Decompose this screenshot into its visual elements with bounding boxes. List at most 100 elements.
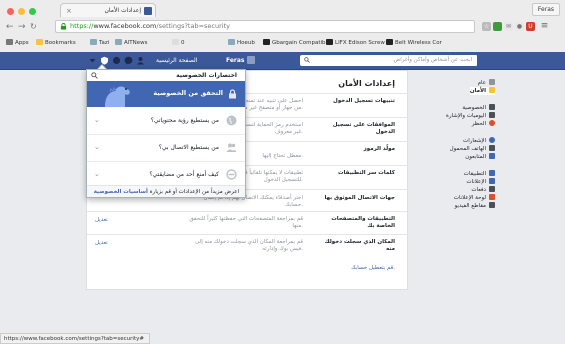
globe-icon bbox=[226, 115, 237, 126]
setting-row-where-logged-in[interactable]: المكان الذي سجلت دخولك منه قم بمراجعة ال… bbox=[87, 234, 407, 258]
mobile-icon bbox=[489, 145, 495, 151]
bookmark-belt[interactable]: Belt Wireless Cor bbox=[386, 39, 442, 47]
privacy-basics-link[interactable]: أساسيات الخصوصية bbox=[94, 189, 148, 195]
sidebar-item-mobile[interactable]: الهاتف المحمول bbox=[450, 145, 495, 153]
setting-label: الموافقات على تسجيل الدخول bbox=[332, 122, 395, 135]
block-icon bbox=[489, 120, 495, 126]
folder-icon bbox=[90, 39, 97, 45]
dropdown-item-who-can-see[interactable]: ⌄ من يستطيع رؤية محتوياتي؟ bbox=[87, 107, 245, 135]
star-bookmark-icon[interactable]: ☆ bbox=[482, 22, 491, 31]
ads-icon bbox=[489, 178, 495, 184]
account-menu-caret-icon[interactable] bbox=[88, 56, 97, 65]
timeline-icon bbox=[489, 112, 495, 118]
edit-link[interactable]: تعديل bbox=[95, 217, 108, 224]
browser-tab[interactable]: × إعدادات الأمان bbox=[60, 3, 156, 17]
setting-row-browsers[interactable]: التطبيقات والمتصفحات الخاصة بك قم بمراجع… bbox=[87, 211, 407, 235]
address-bar[interactable]: https://www.facebook.com/settings?tab=se… bbox=[55, 20, 475, 33]
setting-desc: قم بمراجعة المتصفحات التي حفظتها كثيراً … bbox=[189, 216, 303, 229]
setting-label: كلمات سر التطبيقات bbox=[338, 170, 395, 176]
bookmark-bookmarks[interactable]: Bookmarks bbox=[36, 39, 76, 47]
dropdown-item-stop-bothering[interactable]: ⌄ كيف أمنع أحد من مضايقتي؟ bbox=[87, 161, 245, 186]
lock-icon bbox=[229, 89, 236, 99]
deactivate-account-link[interactable]: قم بتعطيل حسابك. bbox=[351, 265, 395, 271]
sidebar-item-followers[interactable]: المتابعون bbox=[465, 153, 495, 161]
bookmark-apps[interactable]: Apps bbox=[6, 39, 29, 47]
sidebar-item-ads[interactable]: الإعلانات bbox=[466, 178, 495, 186]
chevron-down-icon: ⌄ bbox=[94, 143, 100, 151]
amazon-icon bbox=[263, 39, 270, 45]
chevron-down-icon: ⌄ bbox=[94, 170, 100, 178]
sidebar-item-payments[interactable]: دفعات bbox=[471, 186, 495, 194]
profile-chip[interactable]: Feras bbox=[531, 3, 560, 16]
chevron-down-icon: ⌄ bbox=[94, 116, 100, 124]
bookmark-gbargain[interactable]: Gbargain Compatib bbox=[263, 39, 326, 47]
person-extension-icon[interactable]: ● bbox=[515, 22, 524, 31]
back-arrow-icon[interactable]: ← bbox=[6, 22, 14, 32]
dropdown-title: اختصارات الخصوصية bbox=[176, 72, 237, 79]
url-path: /settings?tab=security bbox=[156, 22, 230, 30]
gear-icon bbox=[489, 79, 495, 85]
reload-icon[interactable]: ↻ bbox=[30, 22, 37, 32]
page-title: إعدادات الأمان bbox=[338, 79, 395, 88]
tab-close-icon[interactable]: × bbox=[66, 4, 72, 18]
sidebar-item-general[interactable]: عام bbox=[478, 79, 495, 87]
apps-grid-icon bbox=[6, 39, 13, 45]
ublock-extension-icon[interactable]: U bbox=[526, 22, 535, 31]
facebook-favicon-icon bbox=[144, 7, 152, 15]
privacy-checkup-button[interactable]: التحقق من الخصوصية bbox=[87, 81, 245, 107]
setting-label: جهات الاتصال الموثوق بها bbox=[324, 195, 395, 201]
extension-green-icon[interactable] bbox=[493, 22, 502, 31]
url-scheme: https:// bbox=[70, 22, 94, 30]
maximize-window-button[interactable] bbox=[29, 8, 36, 15]
sidebar-item-blocking[interactable]: الحظر bbox=[472, 120, 495, 128]
notifications-globe-icon[interactable] bbox=[112, 56, 121, 65]
close-window-button[interactable] bbox=[7, 8, 14, 15]
fb-home-link[interactable]: الصفحة الرئيسية bbox=[156, 56, 197, 65]
sidebar-item-notifications[interactable]: الإشعارات bbox=[463, 137, 495, 145]
setting-label: تنبيهات تسجيل الدخول bbox=[333, 98, 395, 104]
globe-icon bbox=[489, 137, 495, 143]
secure-lock-icon bbox=[60, 23, 67, 30]
sidebar-item-privacy[interactable]: الخصوصية bbox=[462, 104, 495, 112]
bookmark-zero[interactable]: 0 bbox=[172, 39, 185, 47]
tab-title: إعدادات الأمان bbox=[104, 7, 142, 14]
dropdown-item-who-can-contact[interactable]: ⌄ من يستطيع الاتصال بي؟ bbox=[87, 134, 245, 162]
search-icon[interactable] bbox=[91, 72, 98, 79]
bookmark-altnews[interactable]: AlTNews bbox=[115, 39, 148, 47]
messages-icon[interactable] bbox=[124, 56, 133, 65]
edit-link[interactable]: تعديل bbox=[95, 240, 108, 247]
apps-icon bbox=[489, 170, 495, 176]
friend-requests-icon[interactable] bbox=[136, 56, 145, 65]
inbox-icon bbox=[489, 194, 495, 200]
amazon-icon bbox=[326, 39, 333, 45]
menu-icon[interactable]: ≡ bbox=[540, 22, 549, 31]
sidebar-item-support-inbox[interactable]: لوحة الإعلانات bbox=[454, 194, 495, 202]
sidebar-item-security[interactable]: الأمان bbox=[469, 87, 495, 95]
minimize-window-button[interactable] bbox=[18, 8, 25, 15]
dropdown-item-label: من يستطيع رؤية محتوياتي؟ bbox=[150, 117, 219, 124]
search-icon[interactable] bbox=[304, 57, 310, 63]
bookmark-tazi[interactable]: Tazi bbox=[90, 39, 109, 47]
card-icon bbox=[489, 186, 495, 192]
sidebar-item-apps[interactable]: التطبيقات bbox=[464, 170, 495, 178]
folder-icon bbox=[115, 39, 122, 45]
dropdown-footer: اعرض مزيداً من الإعدادات أو قم بزيارة أس… bbox=[87, 185, 245, 197]
mail-extension-icon[interactable]: ✉ bbox=[504, 22, 513, 31]
fb-search-input[interactable]: ابحث عن أشخاص وأماكن وأغراض bbox=[300, 55, 476, 66]
privacy-checkup-label: التحقق من الخصوصية bbox=[153, 89, 223, 97]
bookmark-hoeub[interactable]: Hoeub bbox=[228, 39, 255, 47]
fb-profile-link[interactable]: Feras bbox=[226, 56, 255, 65]
sidebar-item-videos[interactable]: مقاطع الفيديو bbox=[455, 202, 495, 210]
rss-icon bbox=[489, 153, 495, 159]
dropdown-item-label: كيف أمنع أحد من مضايقتي؟ bbox=[149, 171, 219, 178]
setting-label: المكان الذي سجلت دخولك منه bbox=[324, 239, 395, 252]
facebook-topbar: f ابحث عن أشخاص وأماكن وأغراض Feras الصف… bbox=[0, 52, 565, 70]
forward-arrow-icon[interactable]: → bbox=[18, 22, 26, 32]
avatar bbox=[246, 56, 255, 64]
sidebar-item-timeline[interactable]: اليوميات والإشارة bbox=[446, 112, 495, 120]
footer-text: اعرض مزيداً من الإعدادات أو قم بزيارة bbox=[149, 189, 239, 195]
bookmark-lifx[interactable]: LIFX Edison Screw bbox=[326, 39, 385, 47]
dropdown-item-label: من يستطيع الاتصال بي؟ bbox=[158, 144, 219, 151]
setting-label: التطبيقات والمتصفحات الخاصة بك bbox=[331, 216, 395, 229]
setting-desc: قم بمراجعة المكان الذي سجلت دخولك منه إل… bbox=[194, 239, 303, 252]
